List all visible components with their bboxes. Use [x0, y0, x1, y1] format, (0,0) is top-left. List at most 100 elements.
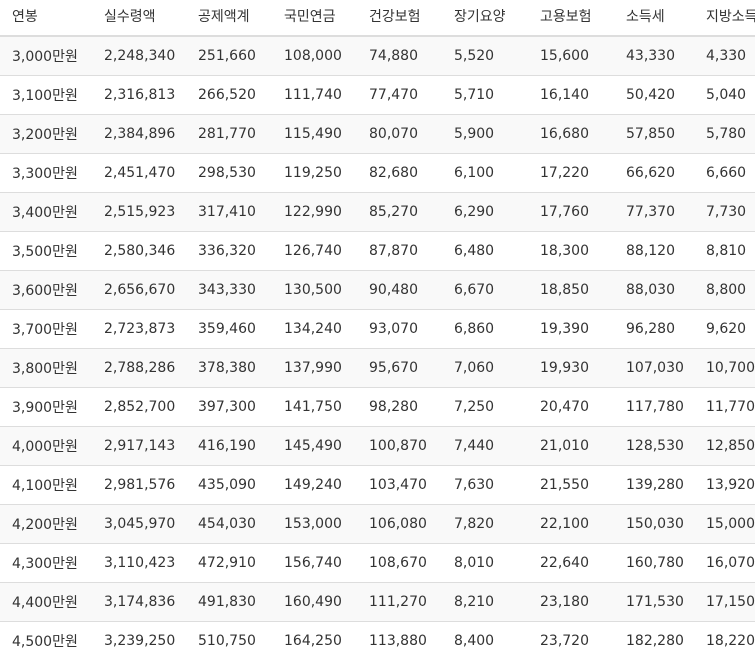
- cell-income-tax: 77,370: [614, 191, 694, 231]
- cell-employment-insurance: 21,010: [528, 425, 614, 465]
- cell-long-term-care: 7,440: [442, 425, 528, 465]
- cell-income-tax: 107,030: [614, 347, 694, 387]
- table-row: 4,200만원 3,045,970 454,030 153,000 106,080 7,8…: [0, 503, 755, 543]
- cell-net-pay: 2,917,143: [92, 425, 186, 465]
- cell-employment-insurance: 20,470: [528, 386, 614, 426]
- header-national-pension: 국민연금: [272, 0, 357, 37]
- cell-local-income-tax: 8,810: [694, 230, 755, 270]
- cell-income-tax: 88,030: [614, 269, 694, 309]
- cell-health-insurance: 74,880: [357, 35, 442, 75]
- cell-income-tax: 50,420: [614, 74, 694, 114]
- cell-annual-salary: 3,800만원: [0, 347, 92, 387]
- cell-health-insurance: 77,470: [357, 74, 442, 114]
- cell-income-tax: 128,530: [614, 425, 694, 465]
- cell-health-insurance: 80,070: [357, 113, 442, 153]
- cell-annual-salary: 3,100만원: [0, 74, 92, 114]
- cell-total-deduction: 359,460: [186, 308, 272, 348]
- cell-health-insurance: 85,270: [357, 191, 442, 231]
- cell-local-income-tax: 16,070: [694, 542, 755, 582]
- table-row: 3,800만원 2,788,286 378,380 137,990 95,670 7,06…: [0, 347, 755, 387]
- cell-local-income-tax: 12,850: [694, 425, 755, 465]
- cell-total-deduction: 266,520: [186, 74, 272, 114]
- cell-annual-salary: 3,300만원: [0, 152, 92, 192]
- cell-health-insurance: 100,870: [357, 425, 442, 465]
- cell-total-deduction: 317,410: [186, 191, 272, 231]
- salary-table: 연봉 실수령액 공제액계 국민연금 건강보험 장기요양 고용보험 소득세 지방소…: [0, 0, 755, 660]
- cell-national-pension: 153,000: [272, 503, 357, 543]
- cell-employment-insurance: 19,930: [528, 347, 614, 387]
- cell-national-pension: 137,990: [272, 347, 357, 387]
- cell-income-tax: 171,530: [614, 581, 694, 621]
- cell-net-pay: 3,174,836: [92, 581, 186, 621]
- cell-long-term-care: 7,630: [442, 464, 528, 504]
- cell-national-pension: 141,750: [272, 386, 357, 426]
- table-row: 4,400만원 3,174,836 491,830 160,490 111,270 8,2…: [0, 581, 755, 621]
- cell-annual-salary: 3,000만원: [0, 35, 92, 75]
- cell-local-income-tax: 5,040: [694, 74, 755, 114]
- cell-national-pension: 119,250: [272, 152, 357, 192]
- cell-local-income-tax: 7,730: [694, 191, 755, 231]
- cell-long-term-care: 6,290: [442, 191, 528, 231]
- cell-total-deduction: 281,770: [186, 113, 272, 153]
- cell-total-deduction: 491,830: [186, 581, 272, 621]
- cell-annual-salary: 4,300만원: [0, 542, 92, 582]
- cell-total-deduction: 378,380: [186, 347, 272, 387]
- cell-long-term-care: 5,520: [442, 35, 528, 75]
- cell-employment-insurance: 18,300: [528, 230, 614, 270]
- cell-income-tax: 57,850: [614, 113, 694, 153]
- cell-long-term-care: 7,060: [442, 347, 528, 387]
- table-row: 4,000만원 2,917,143 416,190 145,490 100,870 7,4…: [0, 425, 755, 465]
- cell-income-tax: 117,780: [614, 386, 694, 426]
- cell-annual-salary: 4,400만원: [0, 581, 92, 621]
- cell-national-pension: 160,490: [272, 581, 357, 621]
- cell-long-term-care: 7,250: [442, 386, 528, 426]
- cell-local-income-tax: 9,620: [694, 308, 755, 348]
- cell-long-term-care: 6,860: [442, 308, 528, 348]
- cell-net-pay: 2,316,813: [92, 74, 186, 114]
- cell-employment-insurance: 19,390: [528, 308, 614, 348]
- cell-net-pay: 2,515,923: [92, 191, 186, 231]
- cell-health-insurance: 87,870: [357, 230, 442, 270]
- cell-national-pension: 111,740: [272, 74, 357, 114]
- cell-net-pay: 3,045,970: [92, 503, 186, 543]
- cell-national-pension: 122,990: [272, 191, 357, 231]
- cell-income-tax: 66,620: [614, 152, 694, 192]
- cell-employment-insurance: 15,600: [528, 35, 614, 75]
- cell-employment-insurance: 23,180: [528, 581, 614, 621]
- cell-long-term-care: 5,900: [442, 113, 528, 153]
- cell-long-term-care: 6,100: [442, 152, 528, 192]
- table-body: 3,000만원 2,248,340 251,660 108,000 74,880 5,52…: [0, 35, 755, 660]
- cell-local-income-tax: 15,000: [694, 503, 755, 543]
- cell-employment-insurance: 21,550: [528, 464, 614, 504]
- cell-net-pay: 2,656,670: [92, 269, 186, 309]
- cell-local-income-tax: 10,700: [694, 347, 755, 387]
- cell-long-term-care: 8,400: [442, 620, 528, 660]
- cell-health-insurance: 103,470: [357, 464, 442, 504]
- cell-net-pay: 2,451,470: [92, 152, 186, 192]
- table-row: 3,300만원 2,451,470 298,530 119,250 82,680 6,10…: [0, 152, 755, 192]
- cell-total-deduction: 435,090: [186, 464, 272, 504]
- table-row: 4,100만원 2,981,576 435,090 149,240 103,470 7,6…: [0, 464, 755, 504]
- table-row: 4,500만원 3,239,250 510,750 164,250 113,880 8,4…: [0, 620, 755, 660]
- cell-net-pay: 3,110,423: [92, 542, 186, 582]
- cell-total-deduction: 472,910: [186, 542, 272, 582]
- cell-net-pay: 2,723,873: [92, 308, 186, 348]
- table-header: 연봉 실수령액 공제액계 국민연금 건강보험 장기요양 고용보험 소득세 지방소…: [0, 0, 755, 37]
- header-annual-salary: 연봉: [0, 0, 92, 37]
- cell-local-income-tax: 5,780: [694, 113, 755, 153]
- cell-health-insurance: 106,080: [357, 503, 442, 543]
- table-row: 3,700만원 2,723,873 359,460 134,240 93,070 6,86…: [0, 308, 755, 348]
- table-row: 3,900만원 2,852,700 397,300 141,750 98,280 7,25…: [0, 386, 755, 426]
- cell-national-pension: 115,490: [272, 113, 357, 153]
- cell-net-pay: 2,852,700: [92, 386, 186, 426]
- salary-table-container: 연봉 실수령액 공제액계 국민연금 건강보험 장기요양 고용보험 소득세 지방소…: [0, 0, 755, 666]
- cell-national-pension: 108,000: [272, 35, 357, 75]
- cell-total-deduction: 454,030: [186, 503, 272, 543]
- cell-income-tax: 160,780: [614, 542, 694, 582]
- cell-local-income-tax: 4,330: [694, 35, 755, 75]
- header-health-insurance: 건강보험: [357, 0, 442, 37]
- cell-annual-salary: 4,100만원: [0, 464, 92, 504]
- cell-long-term-care: 6,670: [442, 269, 528, 309]
- cell-total-deduction: 336,320: [186, 230, 272, 270]
- cell-health-insurance: 113,880: [357, 620, 442, 660]
